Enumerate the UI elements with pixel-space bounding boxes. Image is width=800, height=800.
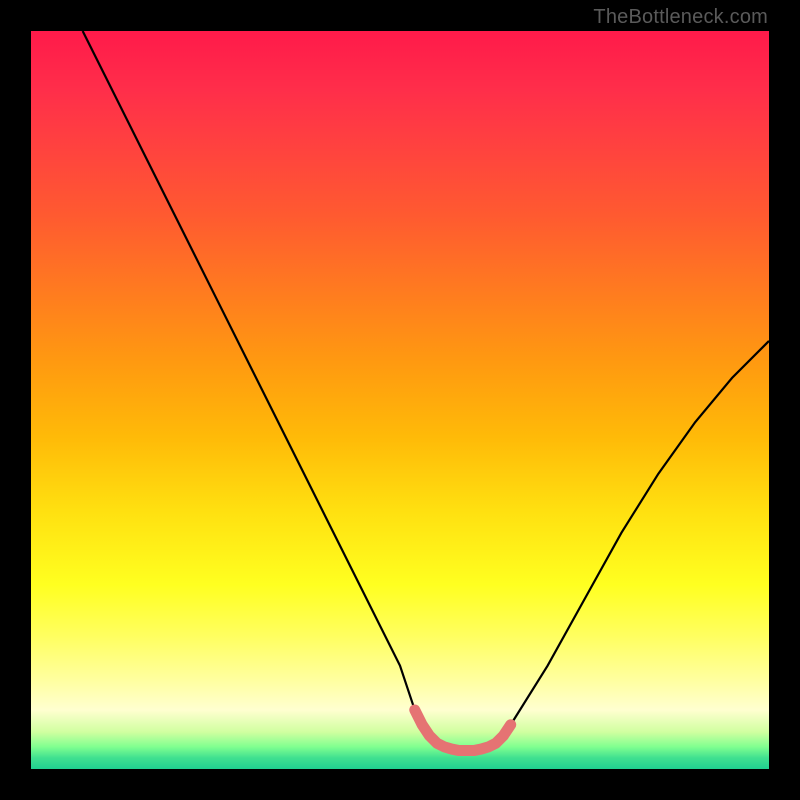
watermark-text: TheBottleneck.com — [593, 6, 768, 29]
chart-container: TheBottleneck.com — [0, 0, 800, 800]
plot-area — [31, 31, 769, 769]
